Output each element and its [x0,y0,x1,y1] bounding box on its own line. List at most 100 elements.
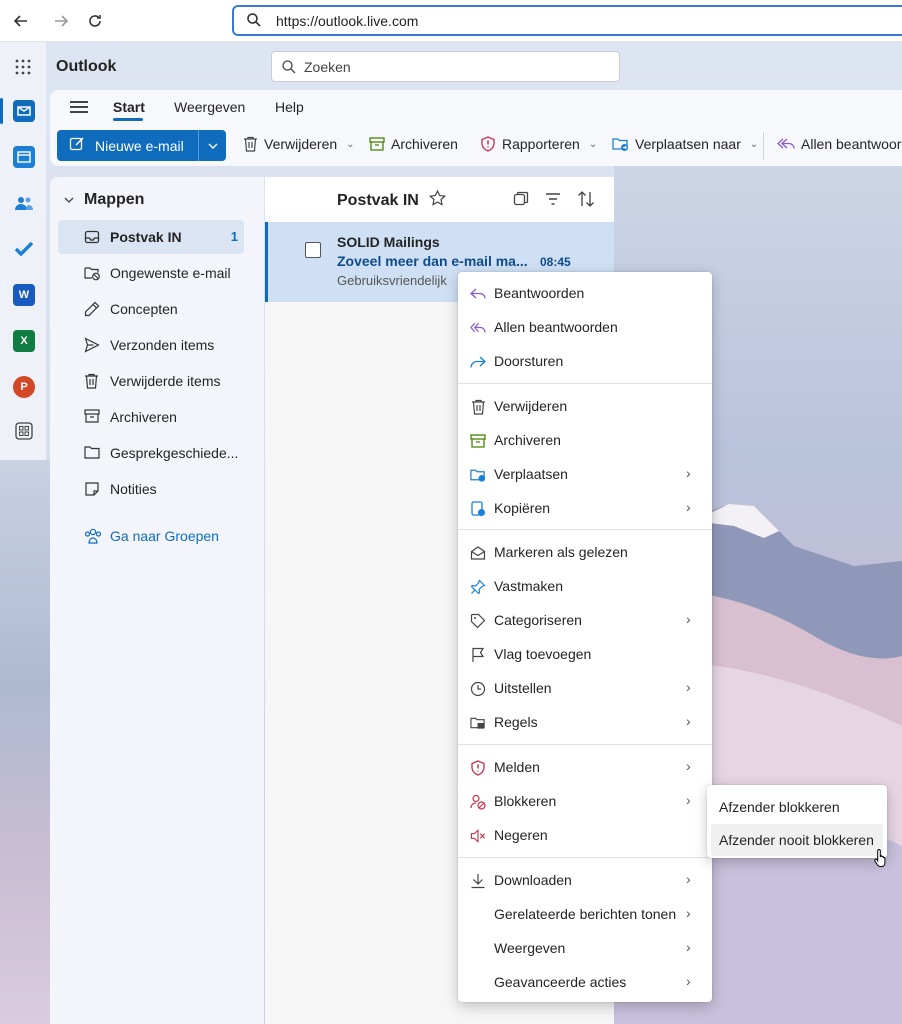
menu-item-snooze[interactable]: Uitstellen › [458,673,712,705]
tab-start[interactable]: Start [113,99,145,115]
new-mail-dropdown[interactable] [198,130,226,161]
menu-item-advanced-actions[interactable]: Geavanceerde acties › [458,967,712,999]
message-time: 08:45 [540,255,571,269]
new-mail-button[interactable]: Nieuwe e-mail [57,130,198,161]
sort-icon[interactable] [577,191,595,210]
download-icon [470,873,486,889]
chevron-right-icon: › [686,499,691,515]
browser-toolbar: https://outlook.live.com [0,0,902,42]
submenu-never-block-sender[interactable]: Afzender nooit blokkeren [711,824,883,856]
delete-button[interactable]: Verwijderen ⌄ [243,136,355,152]
powerpoint-app-icon[interactable]: P [13,376,35,398]
archive-button[interactable]: Archiveren [369,136,458,152]
hand-cursor-icon [874,848,890,871]
folder-junk[interactable]: Ongewenste e-mail [58,256,244,290]
rules-folder-icon [470,715,486,731]
hamburger-menu-icon[interactable] [70,98,88,116]
select-mode-icon[interactable] [513,191,529,210]
chevron-right-icon: › [686,713,691,729]
menu-item-block[interactable]: Blokkeren › [458,786,712,818]
menu-item-delete[interactable]: Verwijderen [458,391,712,423]
menu-item-copy[interactable]: Kopiëren › [458,493,712,525]
junk-folder-icon [84,265,101,284]
menu-item-report[interactable]: Melden › [458,752,712,784]
folder-drafts[interactable]: Concepten [58,292,244,326]
search-input[interactable]: Zoeken [271,51,620,82]
chevron-right-icon: › [686,679,691,695]
filter-icon[interactable] [545,192,561,209]
trash-icon [470,399,486,415]
menu-item-rules[interactable]: Regels › [458,707,712,739]
calendar-app-icon[interactable] [13,146,35,168]
message-checkbox[interactable] [305,242,321,258]
background-image-left [0,460,50,1024]
menu-item-categorize[interactable]: Categoriseren › [458,605,712,637]
people-app-icon[interactable] [13,192,35,214]
mail-app-icon[interactable] [13,100,35,122]
chevron-down-icon: ⌄ [749,138,759,150]
back-arrow-icon[interactable] [8,8,34,34]
more-apps-icon[interactable] [13,420,35,442]
chevron-right-icon: › [686,465,691,481]
menu-item-mark-read[interactable]: Markeren als gelezen [458,537,712,569]
chevron-down-icon: ⌄ [346,138,355,150]
reply-all-icon [777,138,795,149]
mute-icon [470,828,486,844]
folder-notes[interactable]: Notities [58,472,244,506]
forward-arrow-icon[interactable] [48,8,74,34]
address-bar[interactable]: https://outlook.live.com [232,5,902,36]
tag-icon [470,613,486,629]
menu-item-flag[interactable]: Vlag toevoegen [458,639,712,671]
ribbon-divider [763,132,764,160]
menu-item-forward[interactable]: Doorsturen [458,346,712,378]
report-label: Rapporteren [502,136,580,152]
menu-item-label: Markeren als gelezen [494,544,628,560]
menu-item-reply[interactable]: Beantwoorden [458,278,712,310]
menu-item-label: Gerelateerde berichten tonen [494,906,677,922]
menu-item-related-messages[interactable]: Gerelateerde berichten tonen › [458,899,712,931]
favorite-star-icon[interactable] [428,189,446,211]
excel-app-icon[interactable]: X [13,330,35,352]
unread-count-badge: 1 [230,229,238,244]
flag-icon [470,647,486,663]
word-app-icon[interactable]: W [13,284,35,306]
menu-item-reply-all[interactable]: Allen beantwoorden [458,312,712,344]
search-icon [246,12,262,31]
menu-item-view[interactable]: Weergeven › [458,933,712,965]
folder-inbox[interactable]: Postvak IN 1 [58,220,244,254]
tab-weergeven[interactable]: Weergeven [174,99,245,115]
menu-item-download[interactable]: Downloaden › [458,865,712,897]
menu-item-label: Regels [494,714,538,730]
menu-item-label: Melden [494,759,540,775]
folder-deleted[interactable]: Verwijderde items [58,364,244,398]
report-button[interactable]: Rapporteren ⌄ [480,136,597,152]
chevron-right-icon: › [686,939,691,955]
envelope-open-icon [470,545,486,561]
move-to-label: Verplaatsen naar [635,136,741,152]
folder-move-icon [470,467,486,483]
folders-header[interactable]: Mappen [64,191,144,209]
chevron-down-icon [208,143,217,149]
tab-help[interactable]: Help [275,99,304,115]
reply-all-button[interactable]: Allen beantwoor [777,136,901,152]
folder-sent[interactable]: Verzonden items [58,328,244,362]
app-launcher-icon[interactable] [14,58,32,79]
app-title: Outlook [56,58,117,75]
folder-archive[interactable]: Archiveren [58,400,244,434]
menu-item-move[interactable]: Verplaatsen › [458,459,712,491]
chevron-down-icon [64,197,74,203]
submenu-block-sender[interactable]: Afzender blokkeren [711,791,883,823]
clock-icon [470,681,486,697]
menu-item-pin[interactable]: Vastmaken [458,571,712,603]
menu-item-label: Negeren [494,827,548,843]
menu-item-label: Geavanceerde acties [494,974,627,990]
go-to-groups-link[interactable]: Ga naar Groepen [84,528,219,544]
menu-item-ignore[interactable]: Negeren [458,820,712,852]
todo-app-icon[interactable] [13,238,35,260]
reload-icon[interactable] [82,8,108,34]
folder-conversation-history[interactable]: Gesprekgeschiede... [58,436,244,470]
menu-item-archive[interactable]: Archiveren [458,425,712,457]
shield-alert-icon [481,136,495,152]
move-to-button[interactable]: Verplaatsen naar ⌄ [612,136,758,152]
menu-divider [458,857,712,858]
